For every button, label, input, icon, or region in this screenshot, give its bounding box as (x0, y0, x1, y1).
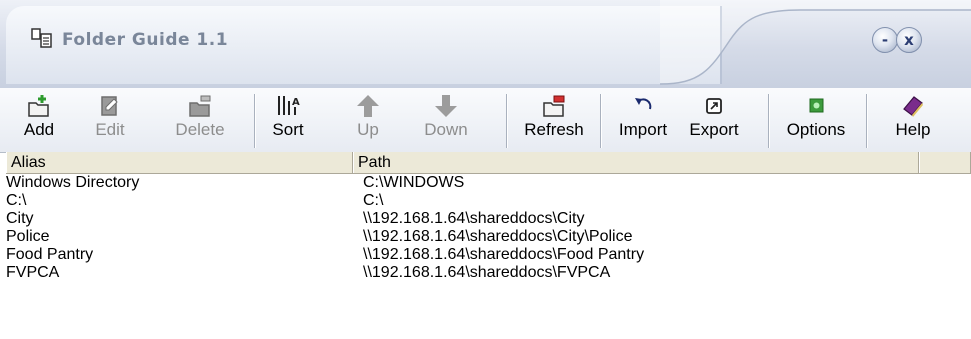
column-header-alias[interactable]: Alias (6, 152, 353, 173)
alias-cell: C:\ (6, 192, 27, 209)
move-down-button[interactable]: Down (412, 88, 480, 152)
sort-icon: A (278, 96, 300, 115)
path-cell: C:\ (363, 192, 384, 209)
move-up-button[interactable]: Up (348, 88, 388, 152)
table-row[interactable]: Food Pantry \\192.168.1.64\shareddocs\Fo… (6, 246, 971, 264)
toolbar-separator (600, 94, 601, 148)
add-folder-icon (28, 95, 49, 117)
up-label: Up (357, 120, 379, 139)
table-row[interactable]: FVPCA \\192.168.1.64\shareddocs\FVPCA (6, 264, 971, 282)
refresh-label: Refresh (524, 120, 584, 139)
down-label: Down (424, 120, 468, 139)
folder-list: Windows Directory C:\WINDOWS C:\ C:\ Cit… (6, 174, 971, 282)
path-cell: \\192.168.1.64\shareddocs\FVPCA (363, 264, 611, 281)
export-button[interactable]: Export (682, 88, 746, 152)
path-cell: \\192.168.1.64\shareddocs\Food Pantry (363, 246, 645, 263)
alias-cell: Food Pantry (6, 246, 94, 263)
alias-cell: FVPCA (6, 264, 60, 281)
close-button[interactable]: x (896, 27, 922, 53)
window-title: Folder Guide 1.1 (62, 30, 229, 50)
export-icon (706, 98, 722, 114)
help-button[interactable]: Help (888, 88, 938, 152)
add-button[interactable]: Add (14, 88, 64, 152)
import-icon (635, 98, 652, 110)
delete-icon (189, 95, 211, 117)
refresh-button[interactable]: Refresh (518, 88, 590, 152)
svg-text:A: A (292, 97, 300, 108)
alias-cell: Police (6, 228, 50, 245)
table-row[interactable]: City \\192.168.1.64\shareddocs\City (6, 210, 971, 228)
path-cell: \\192.168.1.64\shareddocs\City\Police (363, 228, 633, 245)
alias-cell: Windows Directory (6, 174, 140, 191)
toolbar-separator (506, 94, 507, 148)
import-button[interactable]: Import (612, 88, 674, 152)
help-label: Help (895, 120, 931, 139)
delete-button[interactable]: Delete (168, 88, 232, 152)
toolbar-separator (866, 94, 867, 148)
column-header-filler (919, 152, 971, 173)
toolbar-separator (254, 94, 255, 148)
refresh-icon (543, 95, 565, 117)
minimize-button[interactable]: - (872, 27, 898, 53)
path-cell: \\192.168.1.64\shareddocs\City (363, 210, 585, 227)
column-header-path[interactable]: Path (353, 152, 919, 173)
edit-label: Edit (95, 120, 125, 139)
help-book-icon (903, 96, 923, 117)
alias-cell: City (6, 210, 34, 227)
options-label: Options (786, 120, 846, 139)
arrow-down-icon (435, 95, 457, 117)
table-row[interactable]: Windows Directory C:\WINDOWS (6, 174, 971, 192)
sort-button[interactable]: A Sort (268, 88, 308, 152)
path-cell: C:\WINDOWS (363, 174, 465, 191)
toolbar-separator (768, 94, 769, 148)
add-label: Add (23, 120, 55, 139)
export-label: Export (689, 120, 739, 139)
options-icon (809, 98, 824, 113)
table-header: Alias Path (6, 152, 971, 174)
toolbar: Add Edit Delete A Sort Up Down Refresh I… (0, 88, 971, 153)
edit-icon (101, 96, 118, 116)
folder-guide-app-icon (31, 28, 52, 48)
arrow-up-icon (357, 95, 379, 117)
title-bar[interactable]: Folder Guide 1.1 - x (0, 0, 971, 88)
options-button[interactable]: Options (778, 88, 854, 152)
table-row[interactable]: Police \\192.168.1.64\shareddocs\City\Po… (6, 228, 971, 246)
import-label: Import (618, 120, 668, 139)
title-decoration (660, 0, 971, 85)
delete-label: Delete (175, 120, 225, 139)
edit-button[interactable]: Edit (90, 88, 130, 152)
table-row[interactable]: C:\ C:\ (6, 192, 971, 210)
sort-label: Sort (272, 120, 304, 139)
